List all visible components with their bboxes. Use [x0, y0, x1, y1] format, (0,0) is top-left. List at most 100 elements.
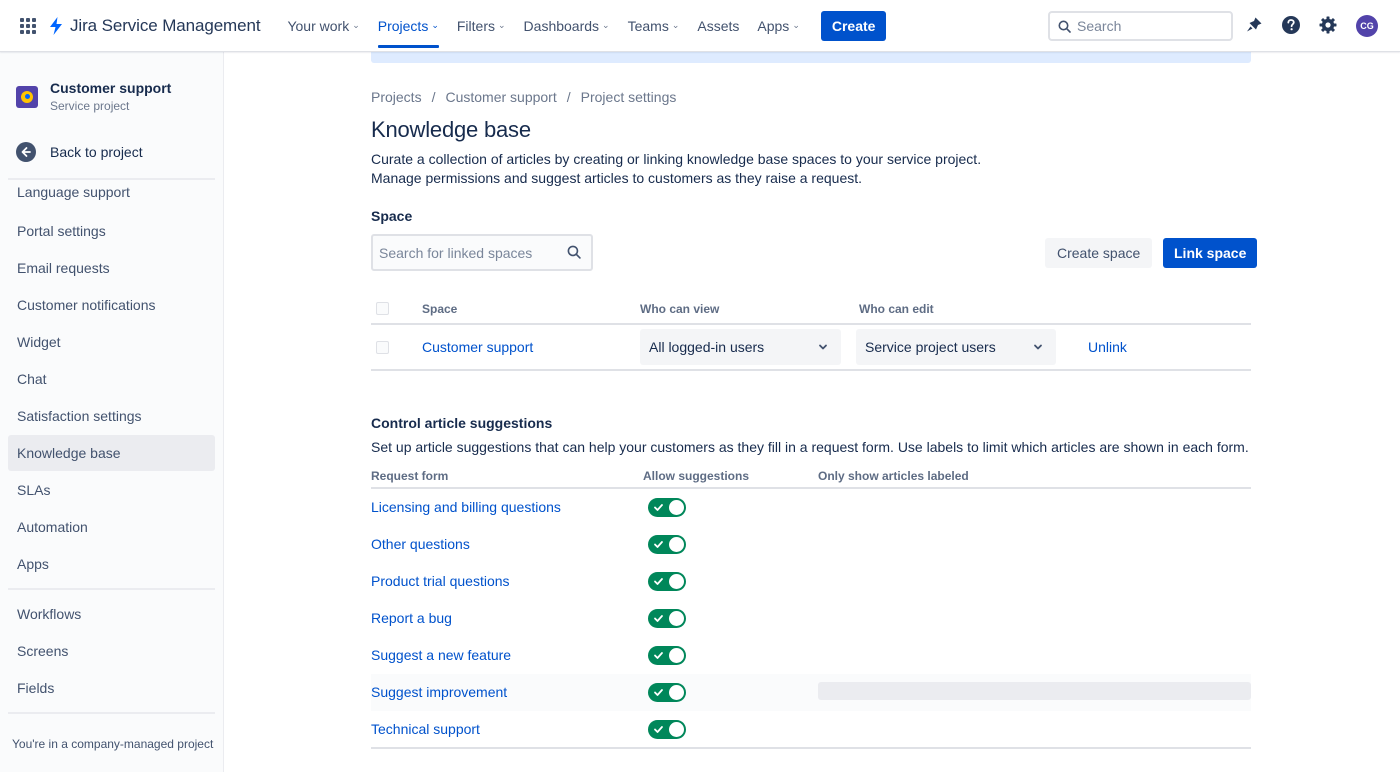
- create-space-button[interactable]: Create space: [1045, 238, 1153, 268]
- allow-suggestions-toggle[interactable]: [648, 572, 686, 591]
- column-header-allow-suggestions: Allow suggestions: [643, 469, 750, 483]
- link-space-button[interactable]: Link space: [1163, 238, 1258, 268]
- search-icon: [1058, 20, 1071, 33]
- table-divider: [371, 369, 1251, 371]
- select-all-checkbox[interactable]: [376, 302, 389, 315]
- sidebar-item-workflows[interactable]: Workflows: [8, 596, 215, 632]
- nav-apps[interactable]: Apps ⌄: [748, 0, 808, 52]
- app-switcher-icon[interactable]: [20, 17, 36, 34]
- description-line: Manage permissions and suggest articles …: [371, 170, 863, 186]
- settings-icon[interactable]: [1317, 14, 1339, 36]
- select-value: Service project users: [865, 339, 996, 355]
- help-icon[interactable]: [1280, 14, 1302, 36]
- request-form-link[interactable]: Technical support: [371, 721, 480, 737]
- sidebar-divider: [8, 712, 215, 714]
- who-can-view-select[interactable]: All logged-in users: [640, 329, 841, 365]
- breadcrumb: Projects / Customer support / Project se…: [371, 89, 676, 105]
- unlink-link[interactable]: Unlink: [1088, 339, 1127, 355]
- row-checkbox[interactable]: [376, 341, 389, 354]
- sidebar-item-fields[interactable]: Fields: [8, 670, 215, 706]
- project-header[interactable]: Customer support Service project: [16, 80, 171, 113]
- check-icon: [654, 578, 663, 585]
- sidebar-item-portal-settings[interactable]: Portal settings: [8, 213, 215, 249]
- nav-dashboards[interactable]: Dashboards ⌄: [515, 0, 619, 52]
- nav-projects[interactable]: Projects ⌄: [369, 0, 448, 52]
- allow-suggestions-toggle[interactable]: [648, 720, 686, 739]
- allow-suggestions-toggle[interactable]: [648, 609, 686, 628]
- table-divider: [371, 747, 1251, 749]
- allow-suggestions-toggle[interactable]: [648, 683, 686, 702]
- column-header-who-can-edit: Who can edit: [859, 302, 934, 316]
- search-input[interactable]: [1077, 18, 1217, 34]
- chevron-down-icon: ⌄: [498, 20, 506, 30]
- space-section-label: Space: [371, 208, 413, 224]
- sidebar-item-email-requests[interactable]: Email requests: [8, 250, 215, 286]
- top-navigation: Jira Service Management Your work ⌄ Proje…: [0, 0, 1400, 52]
- chevron-down-icon: [1034, 344, 1042, 350]
- nav-label: Assets: [697, 17, 740, 34]
- nav-label: Dashboards: [523, 17, 600, 34]
- allow-suggestions-toggle[interactable]: [648, 646, 686, 665]
- nav-filters[interactable]: Filters ⌄: [448, 0, 515, 52]
- sidebar-item-widget[interactable]: Widget: [8, 324, 215, 360]
- project-mode-note: You're in a company-managed project: [12, 737, 214, 751]
- sidebar-divider: [8, 588, 215, 590]
- sidebar-item-knowledge-base[interactable]: Knowledge base: [8, 435, 215, 471]
- sidebar-item-slas[interactable]: SLAs: [8, 472, 215, 508]
- sidebar-item-customer-notifications[interactable]: Customer notifications: [8, 287, 215, 323]
- table-divider: [371, 323, 1251, 325]
- chevron-down-icon: ⌄: [602, 20, 610, 30]
- check-icon: [654, 541, 663, 548]
- chevron-down-icon: ⌄: [431, 20, 439, 30]
- labels-field[interactable]: [818, 682, 1251, 700]
- sidebar-item-language-support[interactable]: Language support: [8, 174, 215, 210]
- back-to-project-link[interactable]: Back to project: [16, 142, 143, 162]
- request-form-link[interactable]: Suggest a new feature: [371, 647, 511, 663]
- breadcrumb-separator: /: [566, 89, 571, 105]
- suggestions-description: Set up article suggestions that can help…: [371, 439, 1249, 455]
- chevron-down-icon: ⌄: [792, 20, 800, 30]
- user-avatar[interactable]: CG: [1356, 15, 1378, 37]
- space-search[interactable]: [371, 234, 593, 271]
- sidebar-item-apps[interactable]: Apps: [8, 546, 215, 582]
- allow-suggestions-toggle[interactable]: [648, 535, 686, 554]
- column-header-who-can-view: Who can view: [640, 302, 720, 316]
- check-icon: [654, 689, 663, 696]
- nav-teams[interactable]: Teams ⌄: [619, 0, 689, 52]
- check-icon: [654, 615, 663, 622]
- request-form-link[interactable]: Other questions: [371, 536, 470, 552]
- breadcrumb-customer-support[interactable]: Customer support: [445, 89, 556, 105]
- sidebar-item-automation[interactable]: Automation: [8, 509, 215, 545]
- check-icon: [654, 504, 663, 511]
- request-form-link[interactable]: Report a bug: [371, 610, 452, 626]
- who-can-edit-select[interactable]: Service project users: [856, 329, 1056, 365]
- sidebar-item-satisfaction-settings[interactable]: Satisfaction settings: [8, 398, 215, 434]
- request-form-link[interactable]: Suggest improvement: [371, 684, 507, 700]
- nav-label: Filters: [456, 17, 495, 34]
- space-search-input[interactable]: [379, 244, 559, 261]
- column-header-space: Space: [422, 302, 458, 316]
- info-banner: [371, 52, 1251, 63]
- allow-suggestions-toggle[interactable]: [648, 498, 686, 517]
- chevron-down-icon: ⌄: [671, 20, 680, 30]
- page-title: Knowledge base: [371, 117, 531, 142]
- select-value: All logged-in users: [649, 339, 765, 355]
- sidebar-item-chat[interactable]: Chat: [8, 361, 215, 397]
- back-label: Back to project: [50, 144, 143, 160]
- product-logo[interactable]: Jira Service Management: [48, 16, 261, 36]
- breadcrumb-projects[interactable]: Projects: [371, 89, 422, 105]
- column-header-request-form: Request form: [371, 469, 449, 483]
- nav-label: Teams: [627, 17, 669, 34]
- column-header-only-show-labeled: Only show articles labeled: [818, 469, 969, 483]
- breadcrumb-project-settings[interactable]: Project settings: [581, 89, 677, 105]
- request-form-link[interactable]: Product trial questions: [371, 573, 510, 589]
- request-form-link[interactable]: Licensing and billing questions: [371, 499, 561, 515]
- notifications-icon[interactable]: [1243, 14, 1265, 36]
- sidebar-item-screens[interactable]: Screens: [8, 633, 215, 669]
- global-search[interactable]: [1048, 11, 1233, 41]
- table-divider: [371, 487, 1251, 489]
- nav-your-work[interactable]: Your work ⌄: [278, 0, 368, 52]
- space-link[interactable]: Customer support: [422, 339, 533, 355]
- create-button[interactable]: Create: [820, 10, 887, 41]
- nav-assets[interactable]: Assets: [688, 0, 748, 52]
